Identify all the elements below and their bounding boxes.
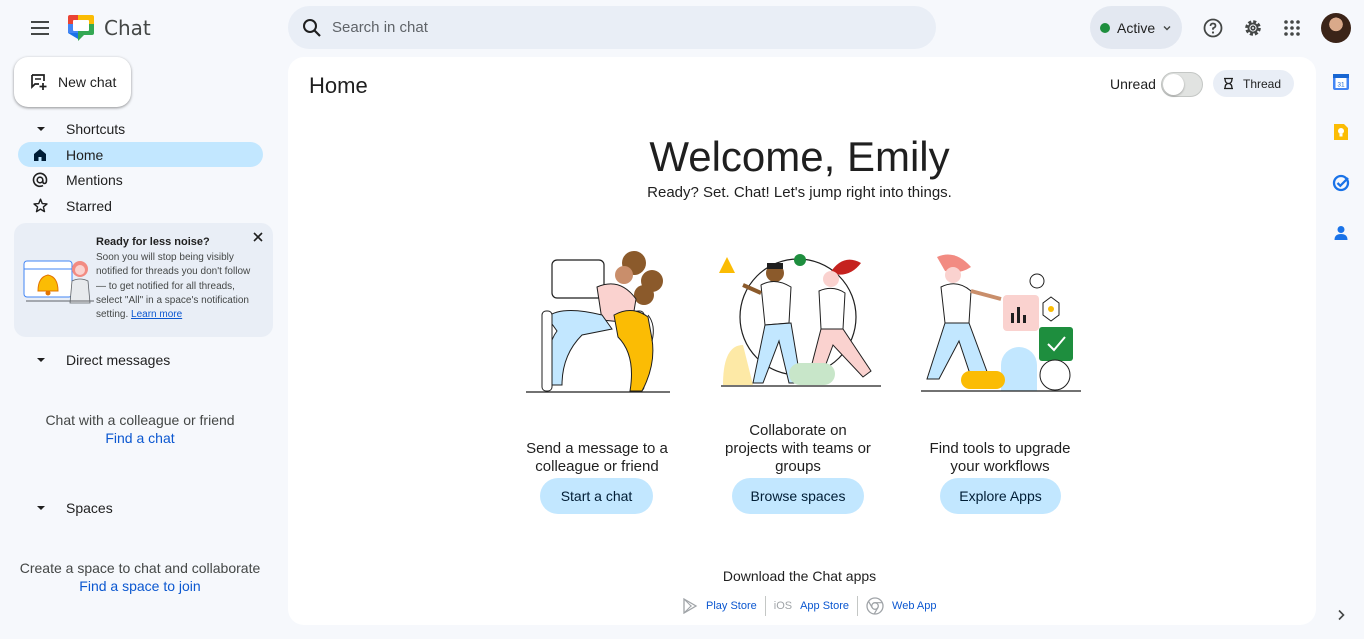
app-store-label: App Store xyxy=(800,600,850,612)
notification-notice-card: Ready for less noise? Soon you will stop… xyxy=(14,223,273,337)
app-store-link[interactable]: iOS App Store xyxy=(766,600,857,612)
app-title: Chat xyxy=(104,16,151,40)
caret-down-icon xyxy=(37,358,45,362)
account-avatar[interactable] xyxy=(1321,13,1351,43)
person-with-dog-illustration xyxy=(522,251,670,395)
chevron-right-icon xyxy=(1338,609,1345,621)
explore-apps-card: Find tools to upgrade your workflows Exp… xyxy=(905,245,1095,525)
chrome-icon xyxy=(866,597,884,615)
tasks-icon xyxy=(1332,174,1350,192)
apps-launcher-button[interactable] xyxy=(1276,12,1308,44)
search-icon xyxy=(303,18,321,37)
play-store-icon xyxy=(683,598,698,614)
unread-toggle[interactable] xyxy=(1161,72,1203,97)
welcome-tagline: Ready? Set. Chat! Let's jump right into … xyxy=(647,184,952,201)
status-label: Active xyxy=(1117,19,1156,36)
thread-label: Thread xyxy=(1243,76,1282,91)
tools-illustration xyxy=(921,254,1081,392)
browse-spaces-button[interactable]: Browse spaces xyxy=(732,478,864,514)
card-text-line1: Send a message to a xyxy=(526,440,668,457)
sidebar-item-label: Mentions xyxy=(66,171,123,188)
new-chat-icon xyxy=(31,74,47,90)
spaces-section-toggle[interactable]: Spaces xyxy=(30,500,113,516)
chat-logo-icon[interactable] xyxy=(66,13,96,43)
find-a-space-link[interactable]: Find a space to join xyxy=(0,578,280,594)
new-chat-button[interactable]: New chat xyxy=(14,57,131,107)
top-bar: Chat Active xyxy=(0,0,1364,56)
new-chat-label: New chat xyxy=(58,74,117,90)
search-input[interactable] xyxy=(332,19,892,36)
search-bar[interactable] xyxy=(288,6,936,49)
sidebar-item-label: Starred xyxy=(66,197,112,214)
chevron-down-icon xyxy=(1163,25,1171,30)
collaborators-illustration xyxy=(719,254,881,387)
notification-bell-illustration xyxy=(23,260,94,304)
star-icon xyxy=(32,198,48,213)
notice-close-button[interactable] xyxy=(249,228,267,246)
spaces-empty-text: Create a space to chat and collaborate xyxy=(19,560,261,576)
main-menu-button[interactable] xyxy=(22,10,58,46)
play-store-link[interactable]: Play Store xyxy=(674,598,765,614)
spaces-label: Spaces xyxy=(66,500,113,516)
shortcuts-section-toggle[interactable]: Shortcuts xyxy=(30,121,125,137)
card-text-line2: your workflows xyxy=(950,458,1050,475)
browse-spaces-card: Collaborate on projects with teams or gr… xyxy=(703,245,893,525)
status-dot xyxy=(1100,22,1110,33)
play-store-label: Play Store xyxy=(706,600,757,612)
start-a-chat-button[interactable]: Start a chat xyxy=(540,478,653,514)
explore-apps-button[interactable]: Explore Apps xyxy=(940,478,1061,514)
unread-label: Unread xyxy=(1110,76,1156,92)
caret-down-icon xyxy=(37,506,45,510)
start-chat-card: Send a message to a colleague or friend … xyxy=(502,245,692,525)
at-icon xyxy=(32,172,48,187)
expand-side-panel-button[interactable] xyxy=(1330,604,1352,626)
download-apps-label: Download the Chat apps xyxy=(722,568,877,584)
toggle-knob xyxy=(1163,74,1184,95)
help-icon xyxy=(1203,18,1223,38)
notice-title: Ready for less noise? xyxy=(96,236,210,248)
notice-body: Soon you will stop being visibly notifie… xyxy=(96,251,256,322)
learn-more-link[interactable]: Learn more xyxy=(131,309,182,320)
card-text-line2: projects with teams or xyxy=(725,440,871,457)
caret-down-icon xyxy=(37,127,45,131)
hamburger-icon xyxy=(31,21,49,35)
help-button[interactable] xyxy=(1197,12,1229,44)
dm-empty-text: Chat with a colleague or friend xyxy=(45,412,235,428)
main-panel: Home Unread Thread Welcome, Emily Ready?… xyxy=(288,57,1316,625)
close-icon xyxy=(253,232,263,242)
status-selector[interactable]: Active xyxy=(1090,6,1182,49)
sidebar-item-home[interactable]: Home xyxy=(18,142,263,167)
gear-icon xyxy=(1245,20,1261,36)
web-app-label: Web App xyxy=(892,600,937,612)
direct-messages-section-toggle[interactable]: Direct messages xyxy=(30,352,170,368)
card-text-line3: groups xyxy=(775,458,821,475)
card-text-line2: colleague or friend xyxy=(535,458,659,475)
card-text-line1: Collaborate on xyxy=(749,422,847,439)
sidebar-item-mentions[interactable]: Mentions xyxy=(18,167,263,192)
svg-text:31: 31 xyxy=(1337,81,1345,88)
home-icon xyxy=(34,148,46,161)
thread-filter-button[interactable]: Thread xyxy=(1213,70,1294,97)
card-text-line1: Find tools to upgrade xyxy=(929,440,1071,457)
tasks-app-button[interactable] xyxy=(1330,172,1352,194)
thread-icon xyxy=(1224,77,1233,90)
direct-messages-label: Direct messages xyxy=(66,352,171,368)
sidebar-item-label: Home xyxy=(66,146,104,163)
keep-app-button[interactable] xyxy=(1330,121,1352,143)
welcome-heading: Welcome, Emily xyxy=(649,133,950,180)
shortcuts-label: Shortcuts xyxy=(66,121,126,137)
apps-grid-icon xyxy=(1284,20,1300,36)
contacts-app-button[interactable] xyxy=(1330,222,1352,244)
app-store-links: Play Store iOS App Store Web App xyxy=(674,595,944,617)
keep-icon xyxy=(1334,124,1348,140)
web-app-link[interactable]: Web App xyxy=(858,597,944,615)
sidebar-item-starred[interactable]: Starred xyxy=(18,193,263,218)
contacts-icon xyxy=(1334,226,1348,240)
calendar-icon: 31 xyxy=(1333,74,1349,90)
ios-icon: iOS xyxy=(773,600,793,612)
settings-button[interactable] xyxy=(1237,12,1269,44)
calendar-app-button[interactable]: 31 xyxy=(1330,71,1352,93)
page-title: Home xyxy=(309,73,368,98)
find-a-chat-link[interactable]: Find a chat xyxy=(0,430,280,446)
